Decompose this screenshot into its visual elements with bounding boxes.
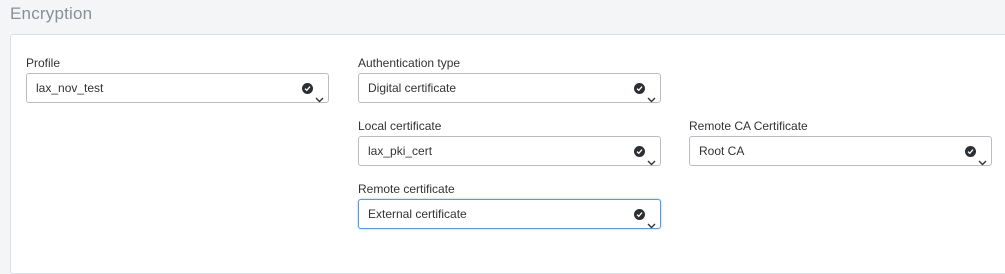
chevron-down-icon[interactable] (978, 148, 987, 176)
check-circle-icon (965, 146, 976, 157)
remote-ca-certificate-field: Remote CA Certificate Root CA (689, 120, 992, 166)
remote-ca-certificate-select[interactable]: Root CA (689, 136, 992, 166)
local-certificate-field: Local certificate lax_pki_cert (358, 120, 661, 166)
remote-ca-certificate-value: Root CA (699, 144, 745, 158)
remote-certificate-field: Remote certificate External certificate (358, 183, 661, 229)
profile-select[interactable]: lax_nov_test (26, 73, 329, 103)
check-circle-icon (634, 83, 645, 94)
remote-ca-certificate-label: Remote CA Certificate (689, 119, 808, 133)
profile-label: Profile (26, 56, 61, 70)
remote-certificate-select[interactable]: External certificate (358, 199, 661, 229)
chevron-down-icon[interactable] (647, 211, 656, 239)
authentication-type-value: Digital certificate (368, 81, 457, 95)
profile-field: Profile lax_nov_test (26, 57, 329, 103)
profile-value: lax_nov_test (36, 81, 104, 95)
authentication-type-field: Authentication type Digital certificate (358, 57, 661, 103)
section-title: Encryption (10, 4, 93, 23)
local-certificate-value: lax_pki_cert (368, 144, 433, 158)
check-circle-icon (634, 209, 645, 220)
chevron-down-icon[interactable] (647, 148, 656, 176)
chevron-down-icon[interactable] (647, 85, 656, 113)
local-certificate-label: Local certificate (358, 119, 442, 133)
check-circle-icon (302, 83, 313, 94)
check-circle-icon (634, 146, 645, 157)
chevron-down-icon[interactable] (315, 85, 324, 113)
encryption-panel: Profile lax_nov_test Authentication type… (10, 34, 1005, 274)
remote-certificate-label: Remote certificate (358, 182, 455, 196)
local-certificate-select[interactable]: lax_pki_cert (358, 136, 661, 166)
remote-certificate-value: External certificate (368, 207, 467, 221)
authentication-type-label: Authentication type (358, 56, 461, 70)
authentication-type-select[interactable]: Digital certificate (358, 73, 661, 103)
